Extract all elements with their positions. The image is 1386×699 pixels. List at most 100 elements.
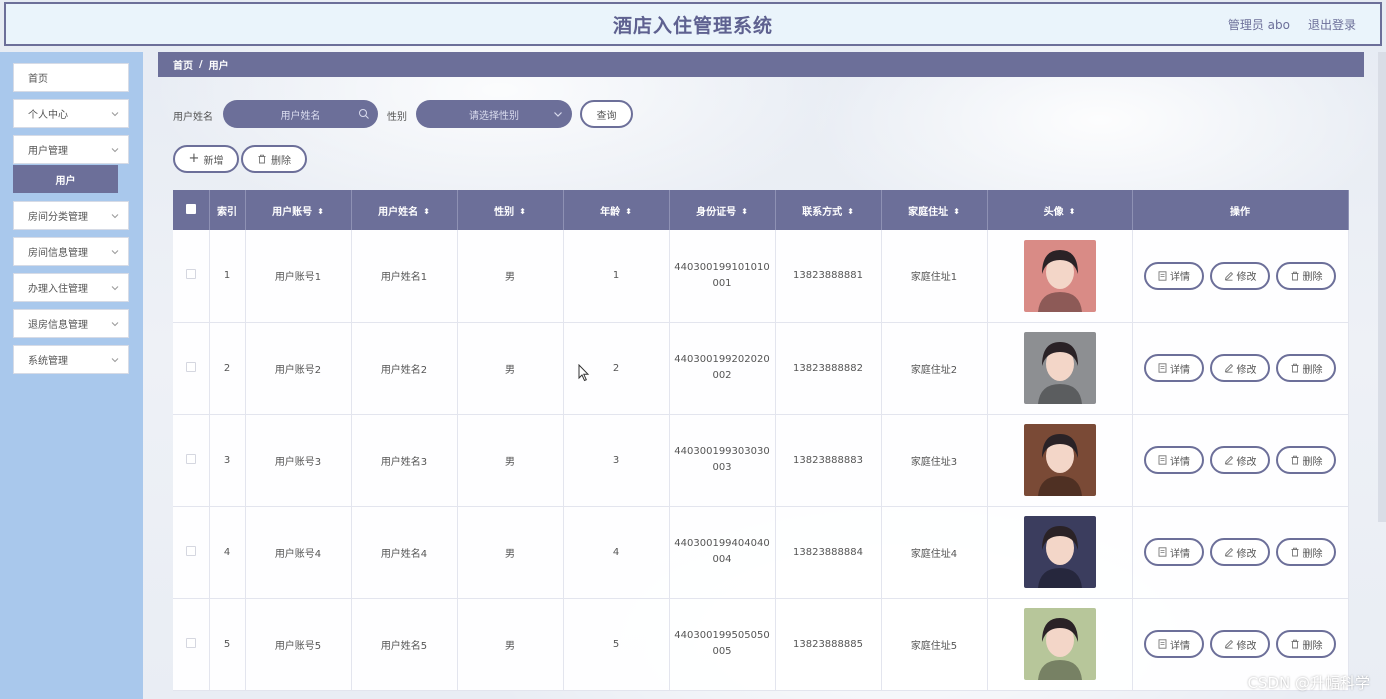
sidebar-item-home[interactable]: 首页 bbox=[13, 63, 129, 92]
add-button[interactable]: + 新增 bbox=[173, 145, 239, 173]
edit-button[interactable]: 修改 bbox=[1210, 261, 1270, 290]
batch-delete-button[interactable]: 删除 bbox=[241, 145, 307, 173]
column-header-idcard[interactable]: 身份证号 ⬍ bbox=[669, 190, 776, 230]
avatar[interactable] bbox=[1023, 516, 1096, 588]
delete-button[interactable]: 删除 bbox=[1276, 538, 1336, 566]
user-table: 索引 用户账号 ⬍ 用户姓名 ⬍ 性别 ⬍ 年龄 ⬍ 身份证号 ⬍ 联系方式 ⬍ 家庭住址 ⬍… bbox=[173, 190, 1349, 691]
avatar[interactable] bbox=[1023, 332, 1096, 404]
gender-select[interactable]: 请选择性别 bbox=[416, 100, 572, 128]
column-header-address[interactable]: 家庭住址 ⬍ bbox=[881, 190, 988, 230]
top-header: 酒店入住管理系统 管理员 abo 退出登录 bbox=[4, 2, 1382, 46]
breadcrumb-home[interactable]: 首页 bbox=[173, 57, 193, 72]
column-header-gender[interactable]: 性别 ⬍ bbox=[457, 190, 564, 230]
sidebar-item-room-category[interactable]: 房间分类管理 bbox=[13, 201, 129, 230]
select-all-header[interactable] bbox=[173, 190, 210, 230]
detail-button[interactable]: 详情 bbox=[1144, 354, 1204, 382]
cell-actions: 详情 修改 删除 bbox=[1132, 414, 1349, 507]
row-select-cell[interactable] bbox=[173, 230, 210, 323]
row-checkbox[interactable] bbox=[185, 361, 196, 372]
sort-icon[interactable]: ⬍ bbox=[625, 207, 632, 216]
delete-button[interactable]: 删除 bbox=[1276, 630, 1336, 658]
row-select-cell[interactable] bbox=[173, 322, 210, 415]
cell-idcard: 440300199202020 002 bbox=[669, 322, 776, 415]
logout-link[interactable]: 退出登录 bbox=[1308, 16, 1356, 33]
pencil-icon bbox=[1224, 455, 1233, 465]
avatar[interactable] bbox=[1023, 239, 1096, 312]
sidebar-item-checkin[interactable]: 办理入住管理 bbox=[13, 273, 129, 302]
row-checkbox[interactable] bbox=[185, 269, 196, 280]
cell-index: 1 bbox=[209, 230, 246, 323]
select-all-checkbox[interactable] bbox=[185, 203, 196, 214]
table-row: 4 用户账号4 用户姓名4 男 4 440300199404040 004 138238888… bbox=[173, 506, 1349, 599]
sidebar-subitem-user[interactable]: 用户 bbox=[13, 165, 118, 193]
detail-button[interactable]: 详情 bbox=[1144, 446, 1204, 474]
row-select-cell[interactable] bbox=[173, 414, 210, 507]
delete-button[interactable]: 删除 bbox=[1276, 446, 1336, 474]
row-select-cell[interactable] bbox=[173, 598, 210, 691]
sort-icon[interactable]: ⬍ bbox=[1069, 207, 1076, 216]
cell-account: 用户账号4 bbox=[245, 506, 352, 599]
row-checkbox[interactable] bbox=[185, 545, 196, 556]
column-header-account[interactable]: 用户账号 ⬍ bbox=[245, 190, 352, 230]
row-checkbox[interactable] bbox=[185, 453, 196, 464]
sort-icon[interactable]: ⬍ bbox=[519, 207, 526, 216]
cell-account: 用户账号3 bbox=[245, 414, 352, 507]
column-header-index: 索引 bbox=[209, 190, 246, 230]
cell-avatar bbox=[987, 322, 1133, 415]
mouse-cursor-icon bbox=[578, 364, 590, 382]
cell-avatar bbox=[987, 414, 1133, 507]
sort-icon[interactable]: ⬍ bbox=[953, 207, 960, 216]
app-title: 酒店入住管理系统 bbox=[612, 14, 773, 37]
query-button[interactable]: 查询 bbox=[580, 100, 633, 128]
chevron-down-icon bbox=[111, 322, 119, 327]
page-scrollbar[interactable] bbox=[1378, 52, 1386, 522]
cell-gender: 男 bbox=[457, 322, 564, 415]
cell-name: 用户姓名4 bbox=[351, 506, 458, 599]
breadcrumb-separator: / bbox=[199, 59, 203, 70]
column-header-age[interactable]: 年龄 ⬍ bbox=[563, 190, 670, 230]
edit-button[interactable]: 修改 bbox=[1210, 446, 1270, 474]
detail-button[interactable]: 详情 bbox=[1144, 630, 1204, 658]
sidebar-item-personal-center[interactable]: 个人中心 bbox=[13, 99, 129, 128]
batch-delete-label: 删除 bbox=[271, 155, 291, 167]
sidebar-item-user-management[interactable]: 用户管理 bbox=[13, 135, 129, 164]
sidebar-item-label: 房间分类管理 bbox=[28, 212, 88, 223]
sidebar-item-label: 首页 bbox=[28, 74, 48, 85]
cell-phone: 13823888882 bbox=[775, 322, 882, 415]
column-header-name[interactable]: 用户姓名 ⬍ bbox=[351, 190, 458, 230]
column-header-avatar[interactable]: 头像 ⬍ bbox=[987, 190, 1133, 230]
avatar[interactable] bbox=[1023, 608, 1096, 680]
column-header-phone[interactable]: 联系方式 ⬍ bbox=[775, 190, 882, 230]
edit-button[interactable]: 修改 bbox=[1210, 354, 1270, 382]
detail-button[interactable]: 详情 bbox=[1144, 261, 1204, 290]
delete-button[interactable]: 删除 bbox=[1276, 354, 1336, 382]
sidebar-item-system[interactable]: 系统管理 bbox=[13, 345, 129, 374]
name-search-input[interactable]: 用户姓名 bbox=[223, 100, 378, 128]
cell-index: 2 bbox=[209, 322, 246, 415]
cell-account: 用户账号2 bbox=[245, 322, 352, 415]
sort-icon[interactable]: ⬍ bbox=[317, 207, 324, 216]
cell-idcard: 440300199404040 004 bbox=[669, 506, 776, 599]
avatar[interactable] bbox=[1023, 424, 1096, 496]
sidebar-item-checkout[interactable]: 退房信息管理 bbox=[13, 309, 129, 338]
cell-address: 家庭住址2 bbox=[881, 322, 988, 415]
sort-icon[interactable]: ⬍ bbox=[847, 207, 854, 216]
cell-gender: 男 bbox=[457, 598, 564, 691]
row-select-cell[interactable] bbox=[173, 506, 210, 599]
sidebar-item-room-info[interactable]: 房间信息管理 bbox=[13, 237, 129, 266]
breadcrumb: 首页 / 用户 bbox=[158, 52, 1364, 77]
edit-button[interactable]: 修改 bbox=[1210, 630, 1270, 658]
row-checkbox[interactable] bbox=[185, 637, 196, 648]
edit-button[interactable]: 修改 bbox=[1210, 538, 1270, 566]
delete-button[interactable]: 删除 bbox=[1276, 261, 1336, 290]
chevron-down-icon bbox=[111, 286, 119, 291]
sort-icon[interactable]: ⬍ bbox=[741, 207, 748, 216]
cell-age: 3 bbox=[563, 414, 670, 507]
sidebar-item-label: 用户管理 bbox=[28, 146, 68, 157]
sort-icon[interactable]: ⬍ bbox=[423, 207, 430, 216]
trash-icon bbox=[1291, 455, 1298, 465]
sidebar: 首页 个人中心 用户管理 用户 房间分类管理 房间信息管理 办理入住管理 退房信… bbox=[0, 52, 143, 699]
sidebar-item-label: 办理入住管理 bbox=[28, 284, 88, 295]
admin-user-label[interactable]: 管理员 abo bbox=[1228, 16, 1290, 33]
detail-button[interactable]: 详情 bbox=[1144, 538, 1204, 566]
